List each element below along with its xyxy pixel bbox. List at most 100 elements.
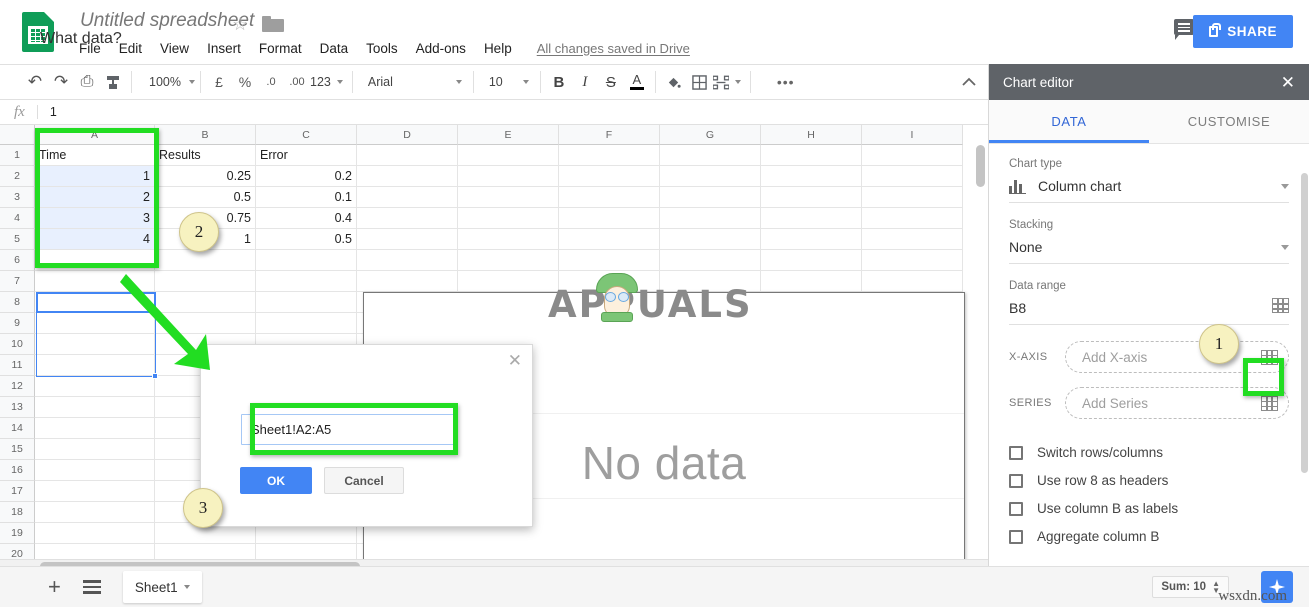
grid-cell-F5[interactable]: [559, 229, 660, 250]
cancel-button[interactable]: Cancel: [324, 467, 404, 494]
menu-insert[interactable]: Insert: [198, 39, 250, 58]
grid-cell-E5[interactable]: [458, 229, 559, 250]
grid-cell-E3[interactable]: [458, 187, 559, 208]
italic-button[interactable]: I: [572, 69, 598, 95]
row-header-1[interactable]: 1: [0, 145, 35, 166]
menu-view[interactable]: View: [151, 39, 198, 58]
grid-cell-A7[interactable]: [35, 271, 155, 292]
series-input[interactable]: Add Series: [1065, 387, 1289, 419]
checkbox-icon[interactable]: [1009, 473, 1023, 488]
bold-button[interactable]: B: [546, 69, 572, 95]
print-button[interactable]: ⎙: [74, 69, 100, 95]
row-header-13[interactable]: 13: [0, 397, 35, 418]
grid-cell-E4[interactable]: [458, 208, 559, 229]
checkbox-switch-rows-columns[interactable]: Switch rows/columns: [1009, 445, 1289, 460]
grid-cell-E6[interactable]: [458, 250, 559, 271]
grid-cell-I5[interactable]: [862, 229, 963, 250]
fill-color-button[interactable]: [661, 69, 687, 95]
grid-cell-G4[interactable]: [660, 208, 761, 229]
grid-cell-C1[interactable]: Error: [256, 145, 357, 166]
strikethrough-button[interactable]: S: [598, 69, 624, 95]
grid-cell-I1[interactable]: [862, 145, 963, 166]
row-header-16[interactable]: 16: [0, 460, 35, 481]
row-header-3[interactable]: 3: [0, 187, 35, 208]
row-header-17[interactable]: 17: [0, 481, 35, 502]
merge-cells-button[interactable]: [712, 69, 745, 95]
grid-cell-B2[interactable]: 0.25: [155, 166, 256, 187]
grid-cell-C4[interactable]: 0.4: [256, 208, 357, 229]
grid-cell-B3[interactable]: 0.5: [155, 187, 256, 208]
x-axis-select-range-icon[interactable]: [1261, 349, 1278, 365]
star-icon[interactable]: ☆: [232, 14, 248, 35]
menu-format[interactable]: Format: [250, 39, 311, 58]
grid-cell-H1[interactable]: [761, 145, 862, 166]
grid-cell-H3[interactable]: [761, 187, 862, 208]
grid-cell-B8[interactable]: [155, 292, 256, 313]
row-header-14[interactable]: 14: [0, 418, 35, 439]
menu-help[interactable]: Help: [475, 39, 521, 58]
grid-cell-B7[interactable]: [155, 271, 256, 292]
row-header-6[interactable]: 6: [0, 250, 35, 271]
row-header-18[interactable]: 18: [0, 502, 35, 523]
grid-cell-C9[interactable]: [256, 313, 357, 334]
grid-cell-G6[interactable]: [660, 250, 761, 271]
grid-cell-A18[interactable]: [35, 502, 155, 523]
number-format-select[interactable]: 123: [310, 69, 347, 95]
column-header-c[interactable]: C: [256, 125, 357, 145]
grid-cell-A19[interactable]: [35, 523, 155, 544]
grid-cell-A3[interactable]: 2: [35, 187, 155, 208]
folder-icon[interactable]: [262, 16, 284, 32]
font-select[interactable]: Arial: [358, 69, 468, 95]
row-header-15[interactable]: 15: [0, 439, 35, 460]
decrease-decimal-button[interactable]: .0: [258, 69, 284, 95]
more-options-button[interactable]: •••: [772, 69, 800, 95]
column-header-h[interactable]: H: [761, 125, 862, 145]
grid-cell-E2[interactable]: [458, 166, 559, 187]
row-header-11[interactable]: 11: [0, 355, 35, 376]
checkbox-use-column-as-labels[interactable]: Use column B as labels: [1009, 501, 1289, 516]
chart-type-select[interactable]: Column chart: [1009, 175, 1289, 203]
grid-cell-A5[interactable]: 4: [35, 229, 155, 250]
grid-cell-G2[interactable]: [660, 166, 761, 187]
grid-cell-B4[interactable]: 0.75: [155, 208, 256, 229]
x-axis-input[interactable]: Add X-axis: [1065, 341, 1289, 373]
grid-vertical-scrollbar[interactable]: [974, 145, 986, 545]
select-all-corner[interactable]: [0, 125, 35, 145]
grid-cell-B9[interactable]: [155, 313, 256, 334]
save-status-link[interactable]: All changes saved in Drive: [537, 41, 690, 56]
grid-cell-A1[interactable]: Time: [35, 145, 155, 166]
ok-button[interactable]: OK: [240, 467, 312, 494]
row-header-12[interactable]: 12: [0, 376, 35, 397]
grid-cell-H2[interactable]: [761, 166, 862, 187]
grid-cell-D3[interactable]: [357, 187, 458, 208]
zoom-select[interactable]: 100%: [137, 69, 195, 95]
collapse-toolbar-button[interactable]: [960, 73, 978, 96]
column-header-i[interactable]: I: [862, 125, 963, 145]
grid-cell-D6[interactable]: [357, 250, 458, 271]
formula-bar[interactable]: fx 1: [0, 100, 988, 125]
column-header-b[interactable]: B: [155, 125, 256, 145]
grid-cell-A2[interactable]: 1: [35, 166, 155, 187]
grid-cell-A4[interactable]: 3: [35, 208, 155, 229]
grid-cell-H6[interactable]: [761, 250, 862, 271]
data-range-input[interactable]: Sheet1!A2:A5: [241, 414, 458, 445]
grid-cell-F2[interactable]: [559, 166, 660, 187]
grid-cell-A14[interactable]: [35, 418, 155, 439]
undo-button[interactable]: ↶: [22, 69, 48, 95]
close-icon[interactable]: ✕: [1281, 74, 1295, 91]
grid-cell-G3[interactable]: [660, 187, 761, 208]
grid-cell-C2[interactable]: 0.2: [256, 166, 357, 187]
borders-button[interactable]: [687, 69, 713, 95]
row-header-2[interactable]: 2: [0, 166, 35, 187]
grid-cell-I7[interactable]: [862, 271, 963, 292]
grid-cell-A11[interactable]: [35, 355, 155, 376]
grid-cell-I3[interactable]: [862, 187, 963, 208]
percent-button[interactable]: %: [232, 69, 258, 95]
grid-cell-A9[interactable]: [35, 313, 155, 334]
column-header-f[interactable]: F: [559, 125, 660, 145]
menu-data[interactable]: Data: [311, 39, 358, 58]
checkbox-icon[interactable]: [1009, 501, 1023, 516]
grid-cell-D7[interactable]: [357, 271, 458, 292]
grid-cell-A12[interactable]: [35, 376, 155, 397]
panel-scrollbar[interactable]: [1301, 173, 1308, 605]
